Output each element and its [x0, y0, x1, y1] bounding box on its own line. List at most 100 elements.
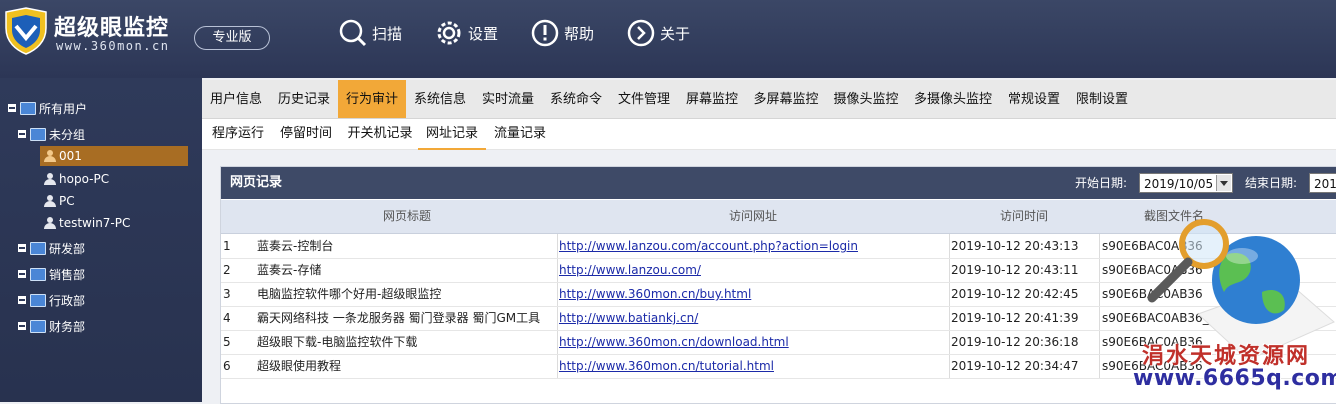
visit-time-cell: 2019-10-12 20:41:39: [951, 311, 1079, 325]
visit-time-cell: 2019-10-12 20:42:45: [951, 287, 1079, 301]
row-index: 1: [223, 239, 231, 253]
tab-multi-screen[interactable]: 多屏幕监控: [746, 80, 826, 118]
collapse-icon[interactable]: [18, 244, 26, 252]
tree-group-label: 财务部: [49, 319, 86, 334]
col-header-title[interactable]: 网页标题: [257, 200, 557, 233]
collapse-icon[interactable]: [18, 270, 26, 278]
computer-group-icon: [30, 319, 46, 333]
row-index: 3: [223, 287, 231, 301]
end-date-label: 结束日期:: [1245, 176, 1298, 190]
settings-label: 设置: [468, 24, 499, 43]
collapse-icon[interactable]: [18, 296, 26, 304]
url-link[interactable]: http://www.360mon.cn/tutorial.html: [559, 354, 947, 378]
end-date-value: 2019: [1314, 177, 1336, 191]
tab-screen-monitor[interactable]: 屏幕监控: [678, 80, 746, 118]
tab-user-info[interactable]: 用户信息: [202, 80, 270, 118]
subtab-traffic-log[interactable]: 流量记录: [486, 119, 554, 148]
tree-group-label: 行政部: [49, 293, 86, 308]
subtab-program-run[interactable]: 程序运行: [204, 119, 272, 148]
tree-node-001[interactable]: 001: [40, 146, 188, 166]
tree-group-label: 销售部: [49, 267, 86, 282]
tree-group-sales[interactable]: 销售部: [18, 264, 85, 284]
tree-group-label: 研发部: [49, 241, 86, 256]
watermark-url: www.6665q.com: [1133, 366, 1336, 391]
visit-time-cell: 2019-10-12 20:43:13: [951, 239, 1079, 253]
page-title-cell: 霸天网络科技 一条龙服务器 蜀门登录器 蜀门GM工具: [257, 311, 541, 325]
url-link[interactable]: http://www.360mon.cn/download.html: [559, 330, 947, 354]
help-button[interactable]: 帮助: [530, 18, 594, 48]
page-title-cell: 蓝奏云-控制台: [257, 239, 334, 253]
tree-group-rd[interactable]: 研发部: [18, 238, 85, 258]
gear-icon: [437, 21, 461, 45]
url-link[interactable]: http://www.lanzou.com/account.php?action…: [559, 234, 947, 258]
row-index: 2: [223, 263, 231, 277]
user-icon: [44, 173, 56, 185]
tree-node-label: PC: [59, 194, 75, 208]
tab-camera-monitor[interactable]: 摄像头监控: [826, 80, 906, 118]
collapse-icon[interactable]: [18, 130, 26, 138]
secondary-tabs: 程序运行 停留时间 开关机记录 网址记录 流量记录: [202, 119, 1336, 150]
chevron-right-icon: [627, 19, 655, 47]
collapse-icon[interactable]: [18, 322, 26, 330]
subtab-url-log[interactable]: 网址记录: [418, 119, 486, 150]
col-header-time[interactable]: 访问时间: [949, 200, 1099, 233]
help-icon: [531, 19, 559, 47]
computer-group-icon: [30, 241, 46, 255]
tab-behavior-audit[interactable]: 行为审计: [338, 80, 406, 118]
settings-button[interactable]: 设置: [434, 18, 498, 48]
end-date-picker[interactable]: 2019: [1309, 173, 1336, 193]
user-tree: 所有用户 未分组 001 hopo-PC PC testwin7-PC 研发部 …: [0, 78, 202, 402]
tree-group-finance[interactable]: 财务部: [18, 316, 85, 336]
shield-logo-icon: [5, 7, 47, 55]
tab-history[interactable]: 历史记录: [270, 80, 338, 118]
visit-time-cell: 2019-10-12 20:43:11: [951, 263, 1079, 277]
page-title-cell: 电脑监控软件哪个好用-超级眼监控: [257, 287, 442, 301]
tree-node-label: testwin7-PC: [59, 216, 131, 230]
row-index: 4: [223, 311, 231, 325]
tree-group-ungrouped[interactable]: 未分组: [18, 124, 85, 144]
collapse-icon[interactable]: [8, 104, 16, 112]
computer-group-icon: [30, 293, 46, 307]
col-header-url[interactable]: 访问网址: [557, 200, 949, 233]
primary-tabs: 用户信息 历史记录 行为审计 系统信息 实时流量 系统命令 文件管理 屏幕监控 …: [202, 80, 1336, 119]
tab-system-info[interactable]: 系统信息: [406, 80, 474, 118]
tree-node-testwin7-pc[interactable]: testwin7-PC: [44, 213, 130, 233]
subtab-power-log[interactable]: 开关机记录: [340, 119, 420, 148]
brand-name: 超级眼监控: [54, 16, 170, 41]
visit-time-cell: 2019-10-12 20:34:47: [951, 359, 1079, 373]
user-icon: [44, 150, 56, 162]
subtab-dwell-time[interactable]: 停留时间: [272, 119, 340, 148]
tree-root-label: 所有用户: [39, 101, 88, 116]
tab-file-manager[interactable]: 文件管理: [610, 80, 678, 118]
scan-button[interactable]: 扫描: [338, 18, 402, 48]
tree-node-label: 001: [59, 149, 82, 163]
dropdown-arrow-icon[interactable]: [1216, 175, 1231, 191]
url-link[interactable]: http://www.batiankj.cn/: [559, 306, 947, 330]
tab-general-settings[interactable]: 常规设置: [1000, 80, 1068, 118]
page-title-cell: 超级眼使用教程: [257, 359, 342, 373]
url-link[interactable]: http://www.360mon.cn/buy.html: [559, 282, 947, 306]
help-label: 帮助: [564, 24, 595, 43]
tree-node-pc[interactable]: PC: [44, 191, 75, 211]
url-link[interactable]: http://www.lanzou.com/: [559, 258, 947, 282]
tree-group-admin[interactable]: 行政部: [18, 290, 85, 310]
computer-group-icon: [30, 127, 46, 141]
start-date-picker[interactable]: 2019/10/05: [1139, 173, 1233, 193]
tree-root[interactable]: 所有用户: [8, 98, 87, 118]
tree-node-hopo-pc[interactable]: hopo-PC: [44, 169, 109, 189]
brand-url: www.360mon.cn: [56, 39, 170, 53]
tree-node-label: hopo-PC: [59, 172, 110, 186]
tree-group-label: 未分组: [49, 127, 86, 142]
page-title-cell: 超级眼下载-电脑监控软件下载: [257, 335, 418, 349]
panel-title: 网页记录: [230, 175, 283, 190]
edition-badge: 专业版: [194, 26, 270, 50]
tab-system-command[interactable]: 系统命令: [542, 80, 610, 118]
about-button[interactable]: 关于: [626, 18, 690, 48]
tab-realtime-traffic[interactable]: 实时流量: [474, 80, 542, 118]
user-icon: [44, 195, 56, 207]
tab-restriction-settings[interactable]: 限制设置: [1068, 80, 1136, 118]
scan-label: 扫描: [372, 24, 403, 43]
start-date-value: 2019/10/05: [1144, 177, 1214, 191]
computer-group-icon: [20, 101, 36, 115]
tab-multi-camera[interactable]: 多摄像头监控: [906, 80, 1000, 118]
